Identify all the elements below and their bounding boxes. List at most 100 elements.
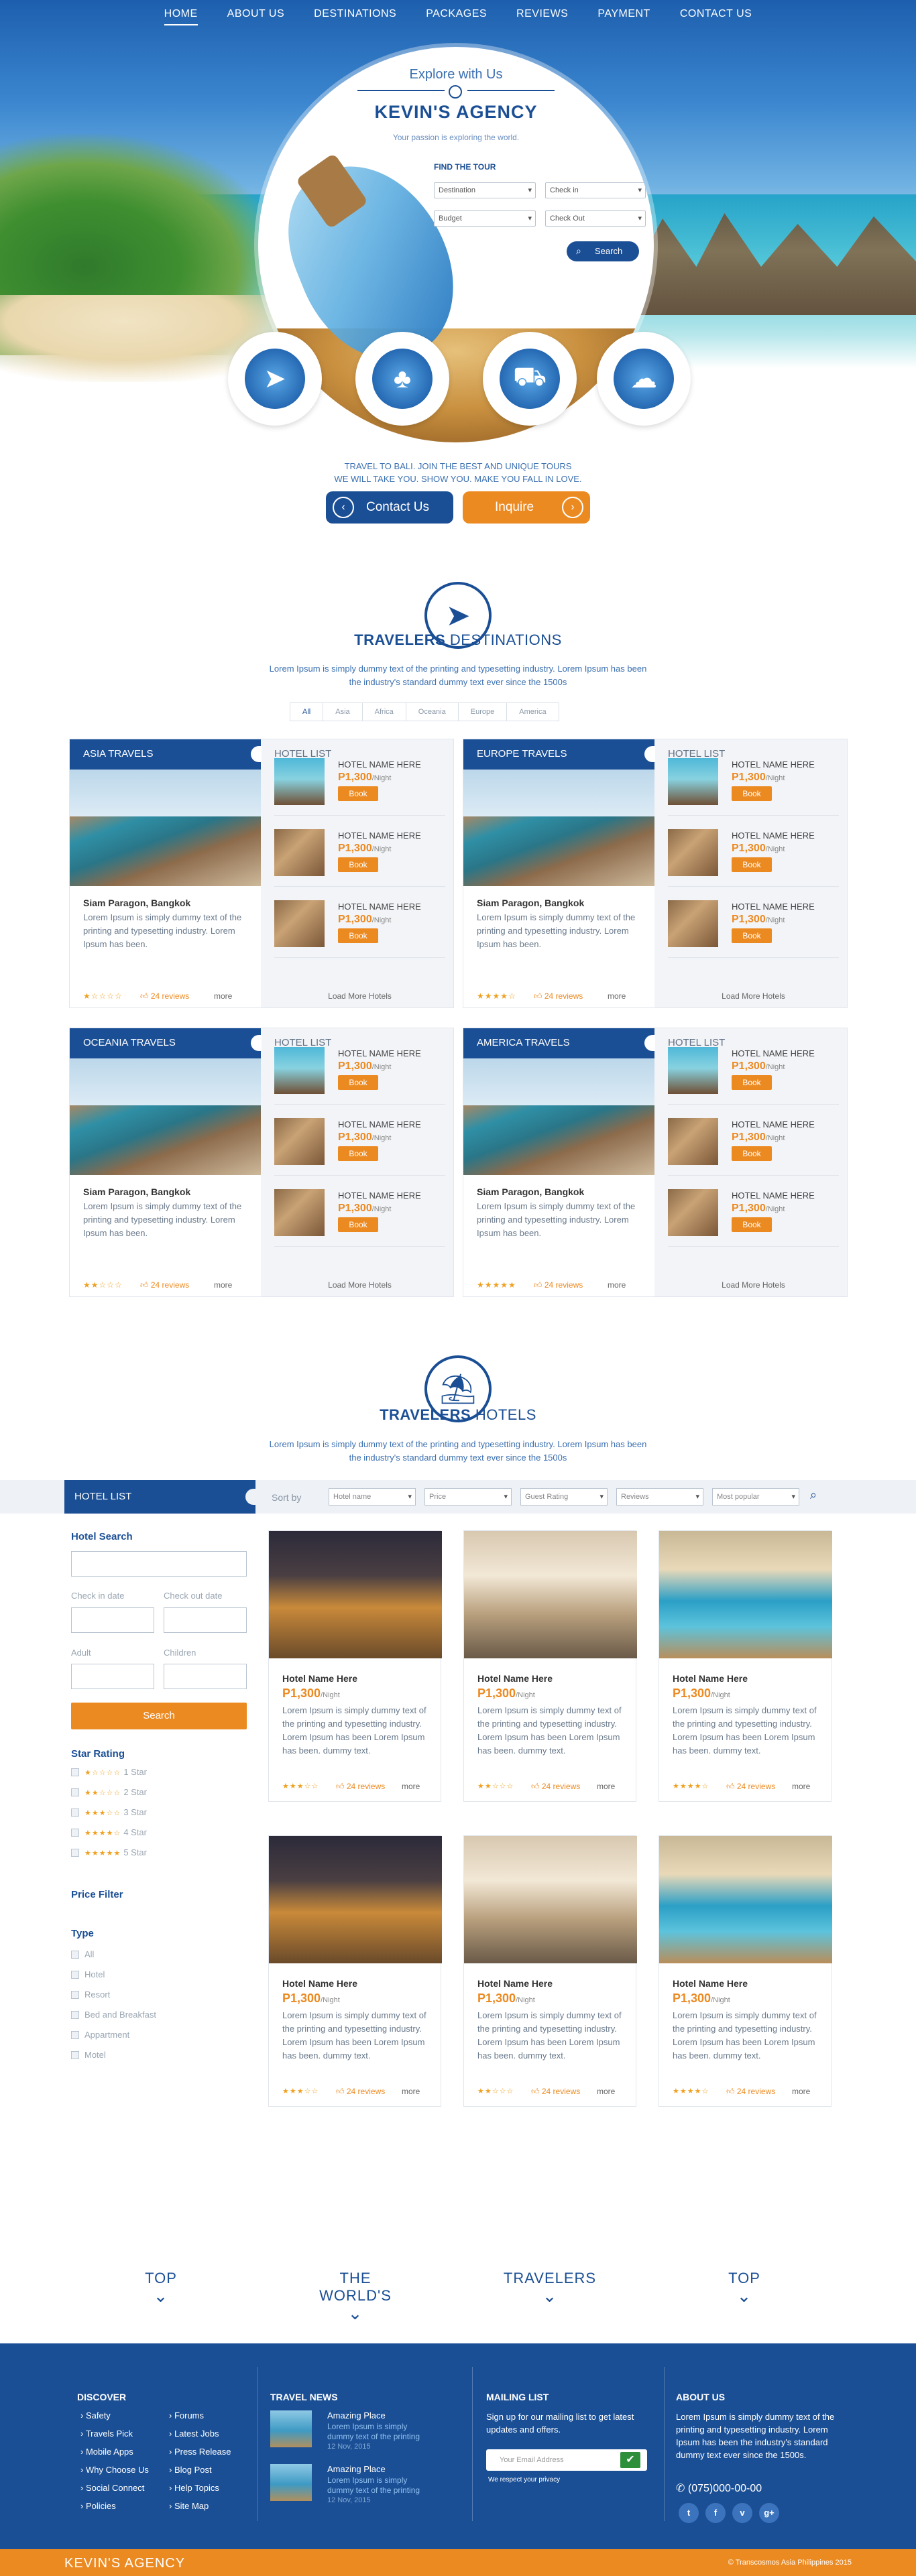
book-button[interactable]: Book [338,786,378,801]
news-thumbnail[interactable] [270,2464,312,2501]
reviews-link[interactable]: 👍︎ 24 reviews [726,1782,775,1792]
footer-link-safety[interactable]: Safety [80,2410,111,2420]
hotel-row[interactable]: HOTEL NAME HERE P1,300/Night Book [668,1178,839,1247]
hotel-card-name[interactable]: Hotel Name Here [673,1978,748,1989]
type-all-checkbox[interactable]: All [71,1949,94,1959]
hotel-card-name[interactable]: Hotel Name Here [282,1978,357,1989]
inquire-button[interactable]: Inquire › [463,491,590,524]
nav-home[interactable]: HOME [150,0,213,31]
load-more-hotels-link[interactable]: Load More Hotels [274,1280,445,1290]
footer-link-social[interactable]: Social Connect [80,2483,144,2493]
facebook-icon[interactable]: f [705,2503,726,2523]
book-button[interactable]: Book [732,857,772,872]
hotel-card[interactable]: Hotel Name Here P1,300/Night Lorem Ipsum… [268,1835,442,2107]
hotel-thumbnail[interactable] [668,758,718,805]
hotel-row[interactable]: HOTEL NAME HERE P1,300/Night Book [274,890,445,958]
more-link[interactable]: more [608,991,626,1001]
hotel-photo[interactable] [659,1836,832,1963]
fjord-photo[interactable] [70,770,261,886]
book-button[interactable]: Book [732,1075,772,1090]
check-in-select[interactable]: Check in [545,182,646,198]
more-link[interactable]: more [608,1280,626,1290]
hotel-card-name[interactable]: Hotel Name Here [282,1673,357,1684]
more-link[interactable]: more [597,1782,615,1791]
sort-price-select[interactable]: Price [424,1488,512,1506]
nav-contact[interactable]: CONTACT US [665,0,767,31]
children-input[interactable] [164,1664,247,1689]
more-link[interactable]: more [402,2087,420,2096]
hotel-card-name[interactable]: Hotel Name Here [673,1673,748,1684]
tab-america[interactable]: America [507,703,558,721]
book-button[interactable]: Book [338,1217,378,1232]
book-button[interactable]: Book [732,1146,772,1161]
news-title[interactable]: Amazing Place [327,2464,386,2474]
strip-top-link[interactable]: TOP ⌄ [107,2270,215,2305]
hotel-row[interactable]: HOTEL NAME HERE P1,300/Night Book [274,747,445,816]
load-more-hotels-link[interactable]: Load More Hotels [668,991,839,1001]
sort-popular-select[interactable]: Most popular [712,1488,799,1506]
footer-link-jobs[interactable]: Latest Jobs [169,2429,219,2439]
hotel-thumbnail[interactable] [274,1189,325,1236]
fjord-photo[interactable] [463,1058,654,1175]
hotel-photo[interactable] [269,1836,442,1963]
type-bnb-checkbox[interactable]: Bed and Breakfast [71,2010,156,2020]
hotel-card[interactable]: Hotel Name Here P1,300/Night Lorem Ipsum… [463,1530,637,1802]
panel-title[interactable]: AMERICA TRAVELS [463,1028,655,1058]
hotel-photo[interactable] [464,1531,637,1658]
hotel-photo[interactable] [464,1836,637,1963]
hotel-thumbnail[interactable] [668,829,718,876]
star-4-checkbox[interactable]: ★★★★☆ 4 Star [71,1827,147,1837]
tab-asia[interactable]: Asia [323,703,363,721]
footer-link-blog[interactable]: Blog Post [169,2465,212,2475]
footer-link-mobile-apps[interactable]: Mobile Apps [80,2447,133,2457]
nav-reviews[interactable]: REVIEWS [502,0,583,31]
book-button[interactable]: Book [338,928,378,943]
strip-world-link[interactable]: THE WORLD'S ⌄ [302,2270,409,2322]
sort-reviews-select[interactable]: Reviews [616,1488,703,1506]
hotel-photo[interactable] [659,1531,832,1658]
vimeo-icon[interactable]: v [732,2503,752,2523]
hotel-photo[interactable] [269,1531,442,1658]
check-out-input[interactable] [164,1607,247,1633]
load-more-hotels-link[interactable]: Load More Hotels [668,1280,839,1290]
reviews-link[interactable]: 👍︎ 24 reviews [534,1280,583,1290]
hotel-thumbnail[interactable] [274,900,325,947]
adult-input[interactable] [71,1664,154,1689]
star-2-checkbox[interactable]: ★★☆☆☆ 2 Star [71,1787,147,1797]
hotel-card[interactable]: Hotel Name Here P1,300/Night Lorem Ipsum… [659,1530,832,1802]
nav-payment[interactable]: PAYMENT [583,0,665,31]
tab-all[interactable]: All [290,703,324,721]
check-in-input[interactable] [71,1607,154,1633]
more-link[interactable]: more [214,1280,232,1290]
nav-destinations[interactable]: DESTINATIONS [299,0,411,31]
flights-button[interactable]: ➤ [228,332,322,426]
place-name[interactable]: Siam Paragon, Bangkok [83,1186,190,1197]
nav-about[interactable]: ABOUT US [213,0,300,31]
star-5-checkbox[interactable]: ★★★★★ 5 Star [71,1847,147,1857]
reviews-link[interactable]: 👍︎ 24 reviews [140,1280,189,1290]
hotel-thumbnail[interactable] [668,1189,718,1236]
nav-packages[interactable]: PACKAGES [411,0,502,31]
book-button[interactable]: Book [732,928,772,943]
footer-link-sitemap[interactable]: Site Map [169,2501,209,2511]
footer-link-travels-pick[interactable]: Travels Pick [80,2429,133,2439]
hotel-thumbnail[interactable] [274,1118,325,1165]
more-link[interactable]: more [214,991,232,1001]
cloud-button[interactable]: ☁ [597,332,691,426]
hotel-card[interactable]: Hotel Name Here P1,300/Night Lorem Ipsum… [463,1835,637,2107]
hotel-card[interactable]: Hotel Name Here P1,300/Night Lorem Ipsum… [268,1530,442,1802]
tours-button[interactable]: ⛟ [483,332,577,426]
twitter-icon[interactable]: t [679,2503,699,2523]
type-resort-checkbox[interactable]: Resort [71,1989,110,2000]
destination-select[interactable]: Destination [434,182,536,198]
hotel-card-name[interactable]: Hotel Name Here [477,1978,553,1989]
book-button[interactable]: Book [338,1075,378,1090]
hotel-row[interactable]: HOTEL NAME HERE P1,300/Night Book [274,818,445,887]
footer-link-forums[interactable]: Forums [169,2410,204,2420]
panel-title[interactable]: ASIA TRAVELS [70,739,262,770]
type-hotel-checkbox[interactable]: Hotel [71,1969,105,1979]
book-button[interactable]: Book [732,786,772,801]
load-more-hotels-link[interactable]: Load More Hotels [274,991,445,1001]
reviews-link[interactable]: 👍︎ 24 reviews [336,2087,385,2097]
more-link[interactable]: more [792,2087,810,2096]
